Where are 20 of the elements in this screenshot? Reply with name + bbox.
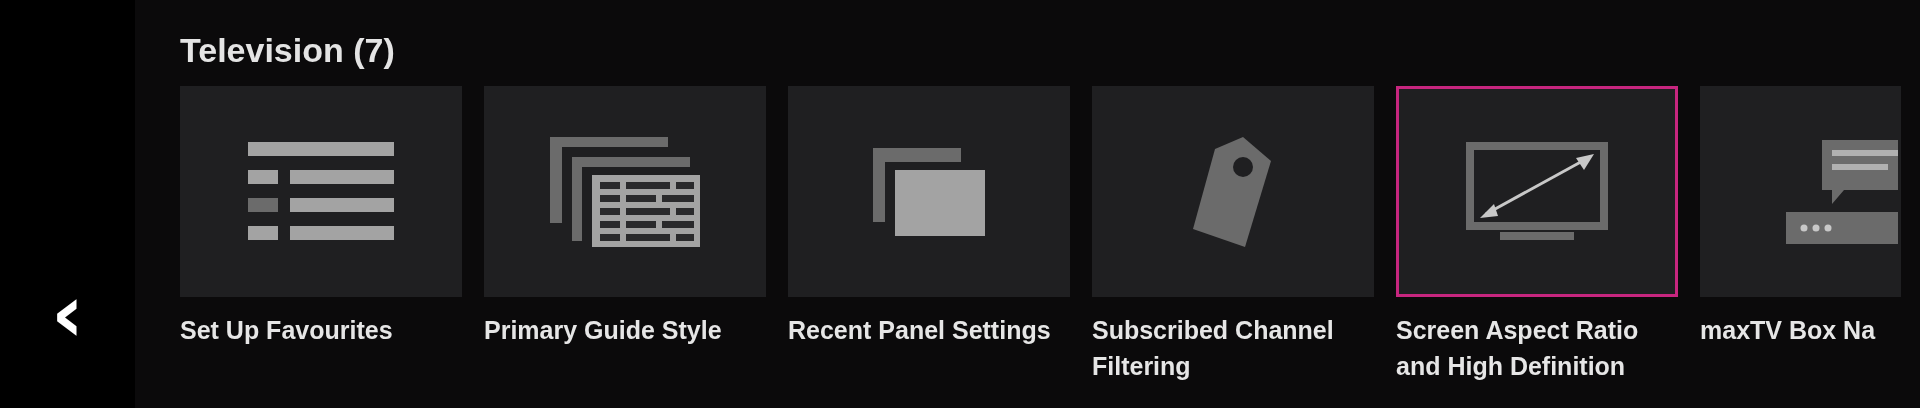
tile-label: Subscribed Channel Filtering	[1092, 315, 1335, 382]
tile-label: Screen Aspect Ratio and High Definition	[1396, 315, 1640, 382]
section-title: Television (7)	[180, 30, 396, 71]
tile-thumbnail[interactable]	[1092, 86, 1374, 297]
back-button[interactable]: ‹	[43, 284, 92, 358]
list-icon	[248, 141, 394, 242]
tile-label: Primary Guide Style	[484, 315, 723, 346]
windows-icon	[873, 147, 985, 236]
tag-icon	[1193, 136, 1273, 247]
grid-stack-icon	[550, 136, 700, 247]
monitor-icon	[1466, 141, 1608, 242]
tile-thumbnail[interactable]	[484, 86, 766, 297]
tile-label: Recent Panel Settings	[788, 315, 1052, 346]
tile-thumbnail[interactable]	[1396, 86, 1678, 297]
tile-label: Set Up Favourites	[180, 315, 394, 346]
tile-label: maxTV Box Na	[1700, 315, 1877, 346]
tile-thumbnail[interactable]	[180, 86, 462, 297]
tile-thumbnail[interactable]	[1700, 86, 1901, 297]
set-top-box-icon	[1786, 139, 1898, 244]
tile-thumbnail[interactable]	[788, 86, 1070, 297]
